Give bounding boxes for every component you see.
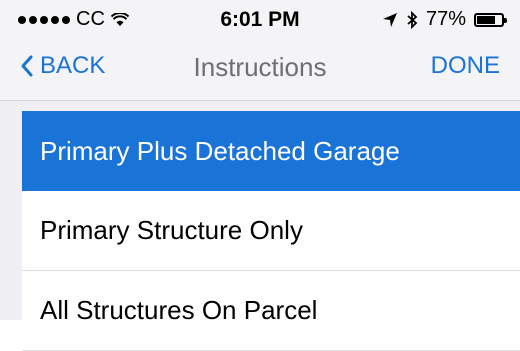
option-item-all-structures-on-parcel[interactable]: All Structures On Parcel	[22, 271, 520, 351]
option-item-primary-plus-detached-garage[interactable]: Primary Plus Detached Garage	[22, 111, 520, 191]
done-button[interactable]: DONE	[431, 52, 500, 80]
content-area: Primary Plus Detached Garage Primary Str…	[0, 101, 520, 351]
bluetooth-icon	[407, 10, 418, 29]
battery-percent: 77%	[425, 8, 466, 30]
navigation-bar: BACK Instructions DONE	[0, 38, 520, 101]
option-item-primary-structure-only[interactable]: Primary Structure Only	[22, 191, 520, 271]
location-arrow-icon	[382, 12, 397, 27]
status-bar: CC 6:01 PM 77%	[0, 0, 520, 38]
options-list: Primary Plus Detached Garage Primary Str…	[22, 111, 520, 351]
status-right-group: 77%	[382, 8, 507, 31]
battery-fill	[477, 15, 496, 24]
battery-icon	[474, 12, 507, 27]
